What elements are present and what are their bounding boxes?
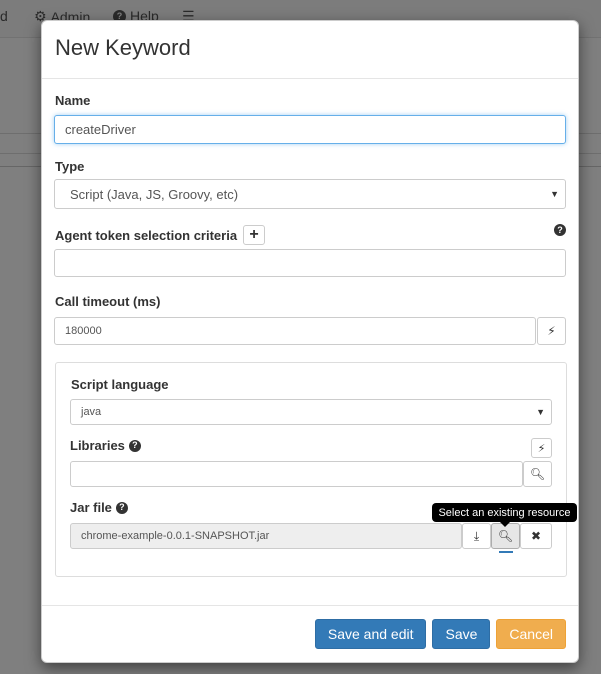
- add-criteria-button[interactable]: +: [243, 225, 266, 245]
- agent-token-input[interactable]: [54, 249, 566, 277]
- question-circle-icon[interactable]: ?: [128, 439, 141, 452]
- save-and-edit-button[interactable]: Save and edit: [314, 619, 427, 649]
- tooltip-arrow: [500, 522, 510, 527]
- bolt-icon: ⚡: [537, 442, 546, 455]
- script-panel: Script language java ▼ Libraries ? ⚡ 🔍︎ …: [55, 362, 567, 577]
- tooltip: Select an existing resource: [432, 503, 577, 522]
- plus-icon: +: [249, 226, 259, 243]
- modal-footer: Save and edit Save Cancel: [42, 605, 578, 662]
- chevron-down-icon: ▼: [550, 189, 559, 199]
- new-keyword-modal: New Keyword Name createDriver Type Scrip…: [41, 20, 579, 663]
- name-input[interactable]: createDriver: [54, 115, 566, 144]
- name-label: Name: [55, 93, 91, 108]
- libraries-search-button[interactable]: 🔍︎: [523, 461, 552, 487]
- type-label: Type: [55, 159, 85, 174]
- call-timeout-input[interactable]: 180000: [54, 317, 536, 345]
- upload-button[interactable]: ⤓: [462, 523, 491, 549]
- call-timeout-label: Call timeout (ms): [55, 294, 161, 309]
- agent-token-label: Agent token selection criteria +: [55, 225, 266, 245]
- question-circle-icon[interactable]: ?: [115, 501, 128, 514]
- question-circle-icon[interactable]: ?: [554, 224, 566, 236]
- bolt-icon: ⚡: [547, 324, 556, 338]
- modal-header: New Keyword: [42, 21, 578, 79]
- download-icon: ⤓: [473, 528, 480, 543]
- type-select[interactable]: Script (Java, JS, Groovy, etc) ▼: [54, 179, 566, 209]
- script-language-select[interactable]: java ▼: [70, 399, 552, 425]
- chevron-down-icon: ▼: [536, 407, 545, 417]
- save-button[interactable]: Save: [432, 619, 491, 649]
- libraries-dynamic-toggle-button[interactable]: ⚡: [531, 438, 552, 458]
- jar-file-input: chrome-example-0.0.1-SNAPSHOT.jar: [70, 523, 462, 549]
- cancel-button[interactable]: Cancel: [496, 619, 566, 649]
- script-language-label: Script language: [71, 377, 169, 392]
- close-icon: ✖: [530, 529, 542, 543]
- libraries-label: Libraries ?: [70, 438, 141, 453]
- dynamic-value-toggle-button[interactable]: ⚡: [537, 317, 566, 345]
- jar-file-label: Jar file ?: [70, 500, 128, 515]
- modal-title: New Keyword: [55, 35, 191, 60]
- libraries-input[interactable]: [70, 461, 523, 487]
- focus-underline: [499, 551, 513, 553]
- search-icon: 🔍︎: [497, 529, 514, 543]
- search-icon: 🔍︎: [529, 467, 546, 481]
- clear-button[interactable]: ✖: [520, 523, 552, 549]
